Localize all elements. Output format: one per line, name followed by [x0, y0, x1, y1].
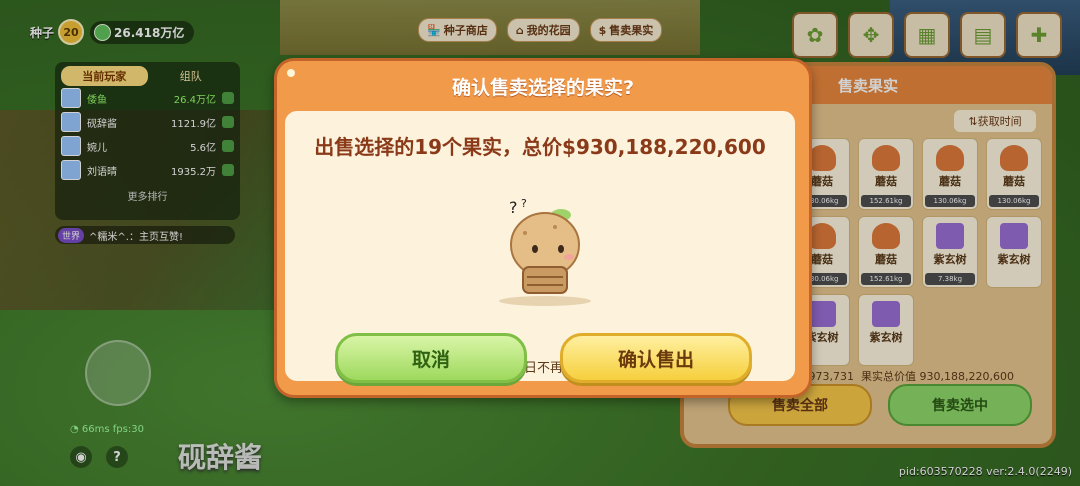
- confirm-sell-button[interactable]: 确认售出: [560, 333, 752, 383]
- confused-mascot-icon: ? ?: [499, 197, 591, 306]
- decoration-dot: [287, 69, 295, 77]
- dialog-message: 出售选择的19个果实，总价$930,188,220,600: [314, 135, 766, 159]
- cancel-button[interactable]: 取消: [335, 333, 527, 383]
- svg-text:?: ?: [521, 197, 527, 210]
- confirm-sell-dialog: 确认售卖选择的果实? 出售选择的19个果实，总价$930,188,220,600…: [274, 58, 812, 398]
- svg-text:?: ?: [509, 198, 518, 217]
- dialog-title: 确认售卖选择的果实?: [451, 76, 635, 99]
